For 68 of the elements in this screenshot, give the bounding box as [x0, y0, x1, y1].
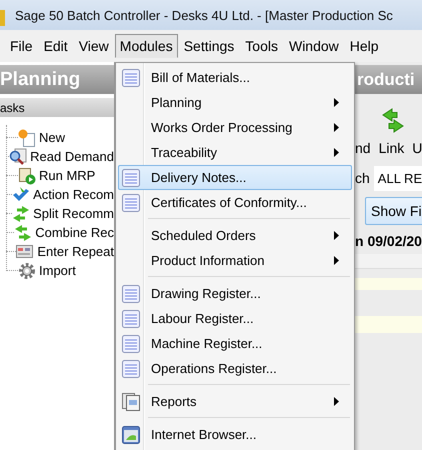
submenu-arrow-icon: [334, 148, 339, 157]
new-document-icon: [18, 128, 36, 146]
menu-item[interactable]: Scheduled Orders: [118, 223, 352, 248]
check-arrow-icon: [12, 186, 30, 204]
submenu-arrow-icon: [334, 397, 339, 406]
menu-item[interactable]: Internet Browser...: [118, 422, 352, 447]
combine-arrows-icon: [14, 224, 32, 242]
menu-item[interactable]: Traceability: [118, 140, 352, 165]
list-icon: [122, 68, 140, 86]
menu-item[interactable]: Machine Register...: [118, 331, 352, 356]
task-item[interactable]: Action Recom: [33, 187, 114, 202]
task-item[interactable]: Read Demand: [30, 149, 114, 164]
task-item[interactable]: New: [39, 130, 66, 145]
list-icon: [122, 334, 140, 352]
submenu-arrow-icon: [334, 231, 339, 240]
task-item[interactable]: Split Recomm: [33, 206, 114, 221]
document-play-icon: [18, 166, 36, 184]
list-icon: [122, 284, 140, 302]
reports-icon: [122, 392, 140, 410]
panel-title: roducti: [357, 70, 415, 90]
date-label: n 09/02/20: [355, 233, 422, 249]
menu-item[interactable]: Certificates of Conformity...: [118, 190, 352, 215]
submenu-arrow-icon: [334, 123, 339, 132]
menu-bar-item[interactable]: Help: [344, 34, 384, 58]
task-item[interactable]: Combine Rec: [35, 225, 114, 240]
menu-bar-item[interactable]: File: [5, 34, 38, 58]
menu-item[interactable]: Planning: [118, 90, 352, 115]
menu-item[interactable]: Works Order Processing: [118, 115, 352, 140]
filter-field[interactable]: ALL RE: [374, 166, 422, 190]
submenu-arrow-icon: [334, 98, 339, 107]
task-item[interactable]: Run MRP: [39, 168, 96, 183]
swap-arrows-icon[interactable]: [380, 108, 406, 134]
app-icon: [0, 10, 5, 26]
toolbar-label[interactable]: U: [412, 140, 422, 156]
submenu-arrow-icon: [334, 256, 339, 265]
menu-bar-item[interactable]: Window: [284, 34, 344, 58]
table-row: [355, 316, 422, 333]
magnifier-icon: [9, 148, 28, 166]
toolbar-label[interactable]: nd: [355, 140, 371, 156]
toolbar-label[interactable]: Link: [378, 140, 404, 156]
menu-item[interactable]: Drawing Register...: [118, 281, 352, 306]
menu-item[interactable]: Delivery Notes...: [118, 165, 352, 190]
menu-item[interactable]: Labour Register...: [118, 306, 352, 331]
gear-icon: [18, 262, 36, 280]
list-icon: [122, 168, 140, 186]
task-item[interactable]: Enter Repeat: [37, 244, 114, 259]
menu-item[interactable]: Product Information: [118, 248, 352, 273]
window-title: Sage 50 Batch Controller - Desks 4U Ltd. - [Master Production Sc: [15, 8, 393, 22]
menu-bar-item[interactable]: Settings: [178, 34, 240, 58]
browser-icon: [122, 426, 140, 444]
task-item[interactable]: Import: [39, 263, 76, 278]
menu-bar-item[interactable]: View: [74, 34, 114, 58]
menu-bar-item[interactable]: Tools: [240, 34, 283, 58]
menu-bar-item[interactable]: Modules: [114, 34, 178, 58]
menu-bar-item[interactable]: Edit: [38, 34, 73, 58]
table-row: [355, 278, 422, 290]
split-arrows-icon: [12, 204, 30, 222]
list-icon: [122, 360, 140, 378]
panel-title: Planning: [0, 68, 80, 90]
table-icon: [16, 242, 34, 260]
list-icon: [122, 310, 140, 328]
section-title: asks: [0, 100, 25, 114]
menu-item[interactable]: Reports: [118, 389, 352, 414]
list-icon: [122, 194, 140, 212]
filter-label: ch: [355, 170, 370, 186]
menu-item[interactable]: Bill of Materials...: [118, 65, 352, 90]
menu-item[interactable]: Operations Register...: [118, 356, 352, 381]
show-button[interactable]: Show Fi: [365, 197, 422, 225]
